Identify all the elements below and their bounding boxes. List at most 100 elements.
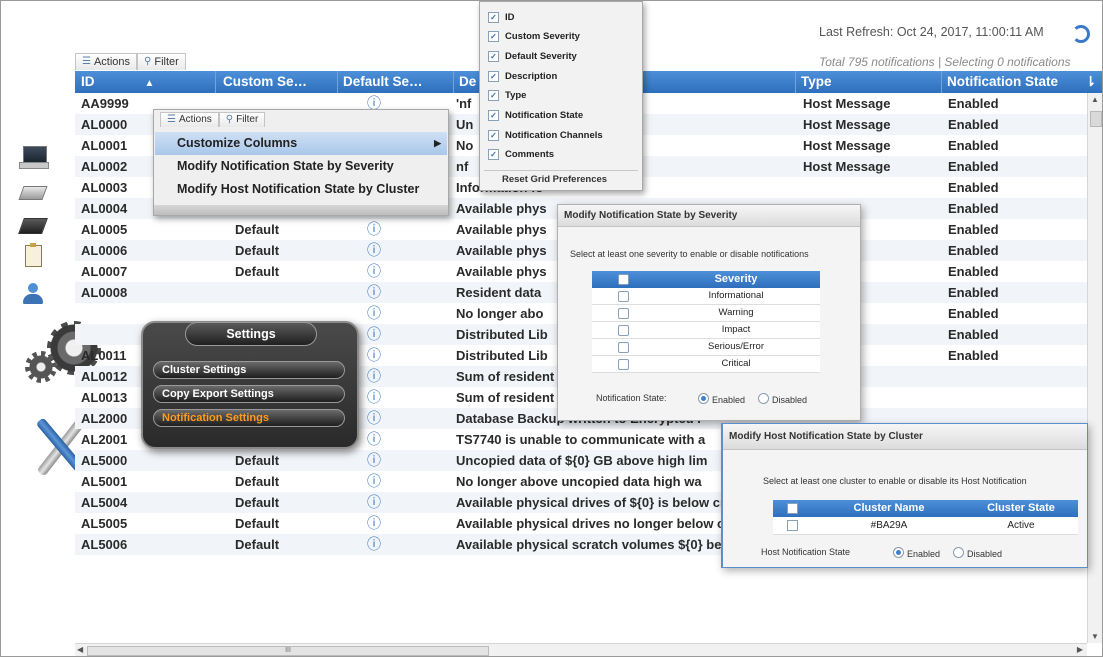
severity-row[interactable]: Critical	[592, 356, 820, 373]
column-header-type[interactable]: Type	[795, 71, 942, 93]
cell-custom-severity: Default	[235, 474, 280, 489]
radio-icon	[953, 547, 964, 558]
cluster-row[interactable]: #BA29A Active	[773, 517, 1078, 535]
column-option[interactable]: ✓ Notification Channels	[488, 126, 603, 144]
menu-item-modify-by-severity[interactable]: Modify Notification State by Severity	[155, 155, 447, 178]
enabled-radio[interactable]: Enabled	[893, 547, 940, 559]
checkbox-checked-icon[interactable]: ✓	[488, 11, 499, 23]
row-checkbox[interactable]	[618, 291, 629, 302]
sort-asc-icon[interactable]: ▲	[145, 78, 155, 89]
cell-notification-state: Enabled	[948, 285, 999, 300]
refresh-icon[interactable]	[1070, 23, 1090, 43]
horizontal-scrollbar[interactable]: ◀ III ▶	[75, 643, 1087, 656]
severity-row[interactable]: Informational	[592, 288, 820, 305]
column-option[interactable]: ✓ Default Severity	[488, 47, 577, 65]
enabled-radio[interactable]: Enabled	[698, 393, 745, 405]
cell-id: AL5005	[81, 516, 128, 531]
row-checkbox[interactable]	[787, 520, 798, 531]
cell-custom-severity: Default	[235, 537, 280, 552]
row-checkbox[interactable]	[618, 325, 629, 336]
menu-item-modify-by-cluster[interactable]: Modify Host Notification State by Cluste…	[155, 178, 447, 201]
checkbox-checked-icon[interactable]: ✓	[488, 149, 499, 161]
column-header-custom-severity[interactable]: Custom Se…	[217, 71, 338, 93]
select-all-checkbox[interactable]	[787, 503, 798, 514]
severity-row[interactable]: Impact	[592, 322, 820, 339]
row-checkbox[interactable]	[618, 308, 629, 319]
disabled-radio[interactable]: Disabled	[953, 547, 1002, 559]
checkbox-checked-icon[interactable]: ✓	[488, 50, 499, 62]
column-header-default-severity[interactable]: Default Se…	[337, 71, 454, 93]
column-option[interactable]: ✓ Description	[488, 67, 557, 85]
info-icon: ⓘ	[367, 410, 381, 426]
checkbox-checked-icon[interactable]: ✓	[488, 31, 499, 43]
column-option[interactable]: ✓ Comments	[488, 146, 554, 164]
checkbox-checked-icon[interactable]: ✓	[488, 110, 499, 121]
column-header-notification-state[interactable]: Notification State	[941, 71, 1088, 93]
cell-notification-state: Enabled	[948, 96, 999, 111]
checkbox-checked-icon[interactable]: ✓	[488, 70, 499, 82]
list-icon: ☰	[167, 114, 176, 125]
cell-notification-state: Enabled	[948, 117, 999, 132]
last-refresh-text: Last Refresh: Oct 24, 2017, 11:00:11 AM	[819, 25, 1044, 39]
cell-custom-severity: Default	[235, 453, 280, 468]
user-icon[interactable]	[17, 283, 49, 305]
column-option[interactable]: ✓ Notification State	[488, 107, 583, 125]
cell-type: Host Message	[803, 117, 891, 132]
column-chooser-icon[interactable]: ⇂	[1083, 71, 1101, 93]
checkbox-checked-icon[interactable]: ✓	[488, 129, 499, 141]
menu-item-customize-columns[interactable]: Customize Columns ▶	[155, 132, 447, 155]
notification-state-label: Notification State:	[596, 393, 667, 403]
actions-menu-actions-tab[interactable]: ☰ Actions	[160, 112, 219, 127]
drive-icon[interactable]	[17, 183, 49, 205]
cell-notification-state: Enabled	[948, 348, 999, 363]
cell-notification-state: Enabled	[948, 222, 999, 237]
radio-selected-icon	[893, 547, 904, 558]
actions-menu-filter-tab[interactable]: ⚲ Filter	[218, 112, 266, 127]
cell-type: Host Message	[803, 159, 891, 174]
disabled-radio[interactable]: Disabled	[758, 393, 807, 405]
row-checkbox[interactable]	[618, 359, 629, 370]
cell-notification-state: Enabled	[948, 306, 999, 321]
row-checkbox[interactable]	[618, 342, 629, 353]
system-monitor-icon[interactable]	[17, 146, 49, 169]
cluster-table-header: Cluster Name Cluster State	[773, 500, 1078, 517]
cell-notification-state: Enabled	[948, 327, 999, 342]
info-icon: ⓘ	[367, 431, 381, 447]
column-option[interactable]: ✓ Type	[488, 87, 526, 105]
severity-row[interactable]: Warning	[592, 305, 820, 322]
app-window: ☰ Actions ⚲ Filter Last Refresh: Oct 24, 2…	[0, 0, 1103, 657]
notification-settings-button[interactable]: Notification Settings	[153, 409, 345, 427]
reset-grid-preferences[interactable]: Reset Grid Preferences	[502, 174, 607, 185]
info-icon: ⓘ	[367, 494, 381, 510]
scroll-down-icon[interactable]: ▼	[1091, 632, 1099, 641]
checkbox-checked-icon[interactable]: ✓	[488, 90, 499, 102]
scroll-up-icon[interactable]: ▲	[1091, 95, 1099, 104]
select-all-checkbox[interactable]	[618, 274, 629, 285]
severity-table: Severity Informational Warning Impact Serio…	[592, 271, 820, 373]
cell-id: AL5000	[81, 453, 128, 468]
copy-export-settings-button[interactable]: Copy Export Settings	[153, 385, 345, 403]
tape-icon[interactable]	[17, 216, 49, 238]
clipboard-icon[interactable]	[17, 243, 49, 267]
cell-id: AL5006	[81, 537, 128, 552]
scrollbar-thumb-horizontal[interactable]: III	[87, 646, 489, 656]
filter-button[interactable]: ⚲ Filter	[137, 53, 186, 70]
info-icon: ⓘ	[367, 242, 381, 258]
cluster-settings-button[interactable]: Cluster Settings	[153, 361, 345, 379]
host-notification-state-label: Host Notification State	[761, 547, 851, 557]
cell-type	[803, 177, 943, 198]
actions-button[interactable]: ☰ Actions	[75, 53, 138, 70]
column-header-id[interactable]: ID ▲	[75, 71, 216, 93]
cell-custom-severity: Default	[235, 495, 280, 510]
scroll-right-icon[interactable]: ▶	[1077, 645, 1083, 654]
severity-row[interactable]: Serious/Error	[592, 339, 820, 356]
column-option[interactable]: ✓ Custom Severity	[488, 28, 580, 46]
scroll-left-icon[interactable]: ◀	[77, 645, 83, 654]
column-option[interactable]: ✓ ID	[488, 8, 515, 26]
scrollbar-thumb[interactable]	[1090, 111, 1102, 127]
vertical-scrollbar[interactable]: ▲ ▼	[1087, 93, 1102, 643]
info-icon: ⓘ	[367, 473, 381, 489]
search-icon: ⚲	[225, 114, 234, 125]
info-icon: ⓘ	[367, 536, 381, 552]
cell-notification-state: Enabled	[948, 138, 999, 153]
